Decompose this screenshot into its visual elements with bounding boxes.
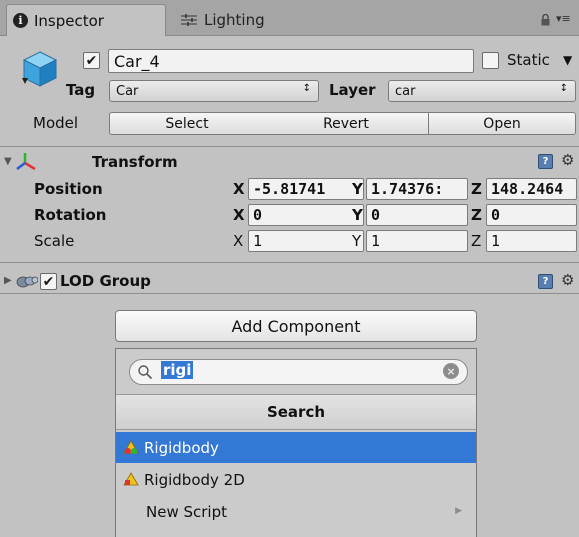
- result-item-label: New Script: [146, 502, 227, 521]
- object-name-field[interactable]: Car_4: [108, 49, 474, 73]
- result-item-rigidbody[interactable]: Rigidbody: [116, 432, 476, 463]
- submenu-arrow-icon: ▶: [455, 506, 462, 516]
- search-query-text: rigi: [161, 361, 194, 379]
- rotation-y-field[interactable]: 0: [366, 204, 468, 226]
- active-checkbox[interactable]: [83, 52, 100, 69]
- rotation-label: Rotation: [34, 206, 107, 224]
- static-label: Static: [507, 51, 550, 69]
- tab-lighting-label: Lighting: [204, 11, 265, 29]
- search-query-selected: rigi: [161, 361, 194, 379]
- model-select-button[interactable]: Select: [109, 112, 265, 135]
- result-item-new-script[interactable]: New Script ▶: [116, 496, 476, 527]
- tag-value: Car: [116, 83, 139, 99]
- scale-y-field[interactable]: 1: [366, 230, 468, 252]
- gameobject-cube-icon: [22, 51, 58, 87]
- scale-z-field[interactable]: 1: [486, 230, 577, 252]
- scale-x-field[interactable]: 1: [248, 230, 364, 252]
- tag-dropdown[interactable]: Car ↕: [109, 80, 319, 102]
- rotation-z-field[interactable]: 0: [486, 204, 577, 226]
- rotation-x-axis-label: X: [233, 206, 245, 224]
- scale-x-axis-label: X: [233, 232, 244, 250]
- updown-arrows-icon: ↕: [559, 83, 568, 94]
- updown-arrows-icon: ↕: [302, 83, 311, 94]
- gear-icon[interactable]: ⚙: [561, 271, 574, 289]
- scale-label: Scale: [34, 232, 75, 250]
- divider: [0, 262, 579, 263]
- lock-icon[interactable]: [540, 14, 551, 26]
- panel-menu-icon[interactable]: ▾≡: [556, 12, 571, 25]
- lighting-icon: [181, 14, 197, 26]
- result-item-label: Rigidbody: [144, 438, 219, 457]
- rigidbody-icon: [123, 439, 139, 454]
- position-z-axis-label: Z: [471, 180, 482, 198]
- position-y-field[interactable]: 1.74376:: [366, 178, 468, 200]
- scale-y-axis-label: Y: [352, 232, 362, 250]
- rigidbody2d-icon: [123, 471, 139, 485]
- position-z-field[interactable]: 148.2464: [486, 178, 577, 200]
- tab-lighting[interactable]: Lighting: [166, 4, 306, 36]
- lod-group-enabled-checkbox[interactable]: [40, 273, 57, 290]
- layer-label: Layer: [329, 81, 376, 99]
- search-icon: [138, 365, 153, 380]
- help-icon[interactable]: ?: [538, 154, 553, 169]
- rotation-y-axis-label: Y: [352, 206, 363, 224]
- divider: [0, 146, 579, 147]
- transform-axes-icon: [16, 153, 36, 170]
- static-dropdown-arrow-icon[interactable]: ▼: [563, 53, 572, 67]
- scale-z-axis-label: Z: [471, 232, 482, 250]
- help-icon[interactable]: ?: [538, 274, 553, 289]
- model-revert-button[interactable]: Revert: [264, 112, 429, 135]
- position-x-axis-label: X: [233, 180, 245, 198]
- info-icon: i: [13, 13, 28, 28]
- model-label: Model: [33, 114, 79, 132]
- layer-value: car: [395, 83, 416, 99]
- static-checkbox[interactable]: [482, 52, 499, 69]
- lod-foldout-arrow-icon[interactable]: ▶: [4, 275, 12, 286]
- rotation-x-field[interactable]: 0: [248, 204, 364, 226]
- add-component-button[interactable]: Add Component: [115, 310, 477, 342]
- tab-inspector-label: Inspector: [34, 11, 104, 30]
- transform-title: Transform: [92, 153, 178, 171]
- rotation-z-axis-label: Z: [471, 206, 482, 224]
- gear-icon[interactable]: ⚙: [561, 151, 574, 169]
- position-x-field[interactable]: -5.81741: [248, 178, 364, 200]
- clear-search-icon[interactable]: ×: [443, 363, 459, 379]
- position-y-axis-label: Y: [352, 180, 363, 198]
- transform-foldout-arrow-icon[interactable]: ▼: [4, 156, 12, 167]
- layer-dropdown[interactable]: car ↕: [388, 80, 576, 102]
- lod-group-icon: [16, 276, 38, 288]
- result-item-label: Rigidbody 2D: [144, 470, 245, 489]
- position-label: Position: [34, 180, 103, 198]
- tag-label: Tag: [66, 81, 96, 99]
- model-open-button[interactable]: Open: [428, 112, 576, 135]
- divider: [0, 293, 579, 294]
- result-item-rigidbody-2d[interactable]: Rigidbody 2D: [116, 464, 476, 495]
- lod-group-title: LOD Group: [60, 272, 151, 290]
- search-results-header: Search: [116, 394, 476, 430]
- tab-inspector[interactable]: i Inspector: [6, 4, 166, 36]
